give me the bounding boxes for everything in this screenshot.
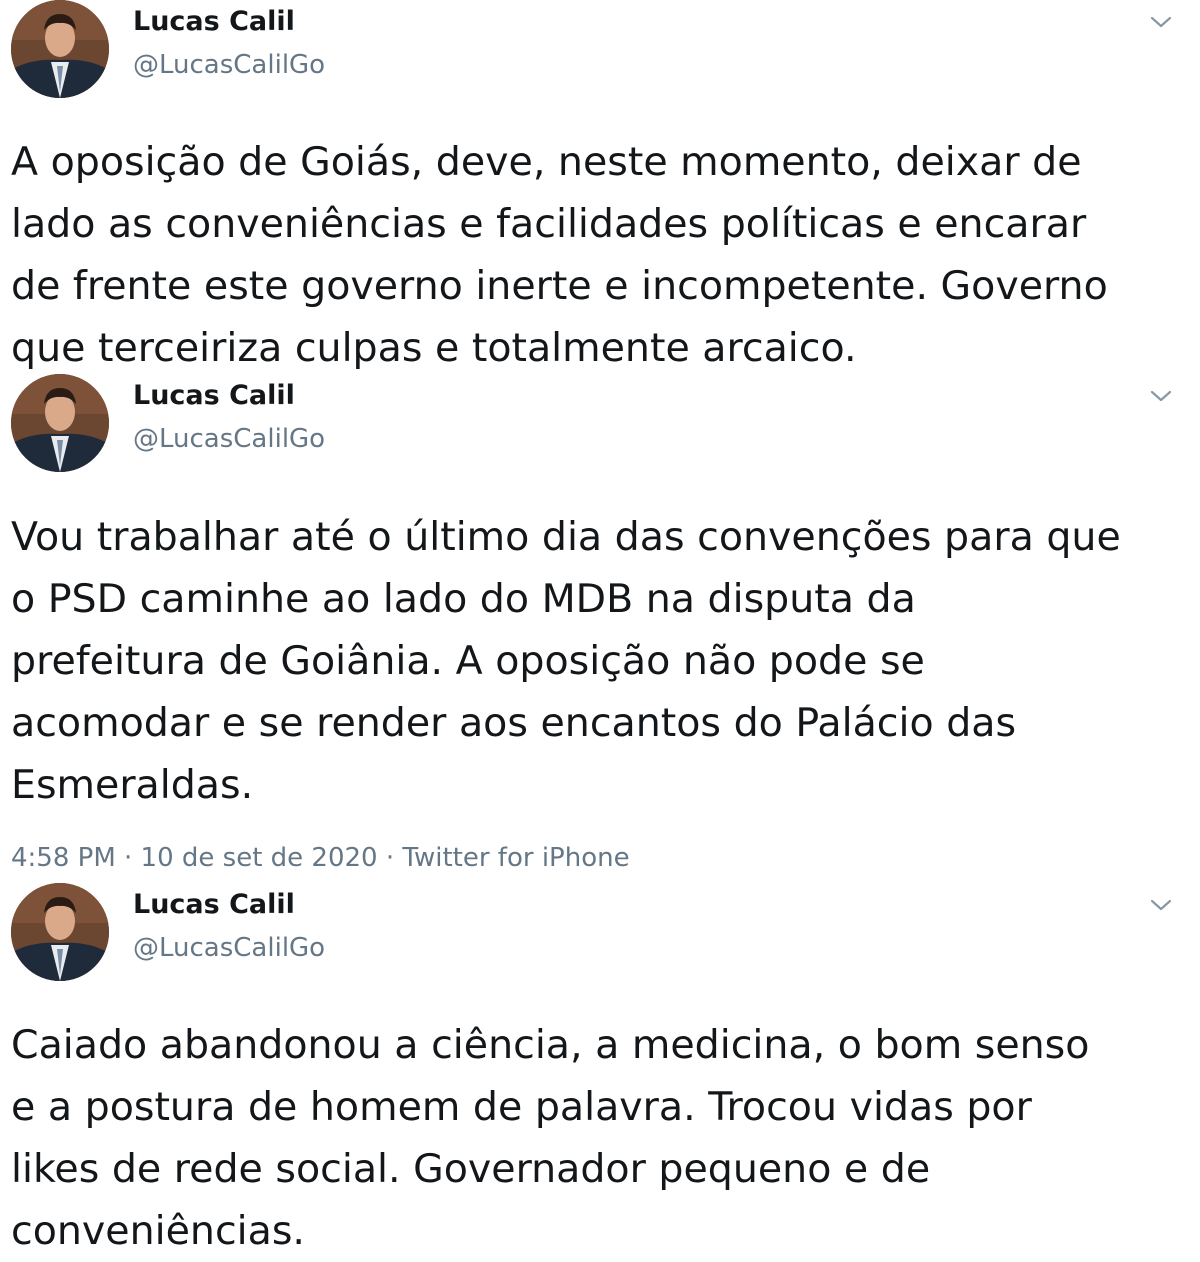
avatar[interactable] <box>11 0 109 98</box>
author-handle[interactable]: @LucasCalilGo <box>133 424 325 454</box>
avatar-image <box>11 883 109 981</box>
tweet-2-meta[interactable]: 4:58 PM · 10 de set de 2020 · Twitter fo… <box>11 843 630 873</box>
chevron-down-icon[interactable] <box>1146 893 1176 917</box>
chevron-down-icon[interactable] <box>1146 10 1176 34</box>
tweet-1-text: A oposição de Goiás, deve, neste momento… <box>11 139 1108 371</box>
author-handle[interactable]: @LucasCalilGo <box>133 50 325 80</box>
tweet-2-header: Lucas Calil @LucasCalilGo <box>0 374 1200 474</box>
tweet-2-text: Vou trabalhar até o último dia das conve… <box>11 514 1121 808</box>
avatar[interactable] <box>11 883 109 981</box>
author-handle[interactable]: @LucasCalilGo <box>133 933 325 963</box>
tweet-3-text: Caiado abandonou a ciência, a medicina, … <box>11 1022 1090 1254</box>
author-name[interactable]: Lucas Calil <box>133 6 295 37</box>
avatar-image <box>11 374 109 472</box>
avatar[interactable] <box>11 374 109 472</box>
author-name[interactable]: Lucas Calil <box>133 889 295 920</box>
tweet-3-header: Lucas Calil @LucasCalilGo <box>0 883 1200 983</box>
author-name[interactable]: Lucas Calil <box>133 380 295 411</box>
tweet-1-header: Lucas Calil @LucasCalilGo <box>0 0 1200 100</box>
avatar-image <box>11 0 109 98</box>
chevron-down-icon[interactable] <box>1146 384 1176 408</box>
